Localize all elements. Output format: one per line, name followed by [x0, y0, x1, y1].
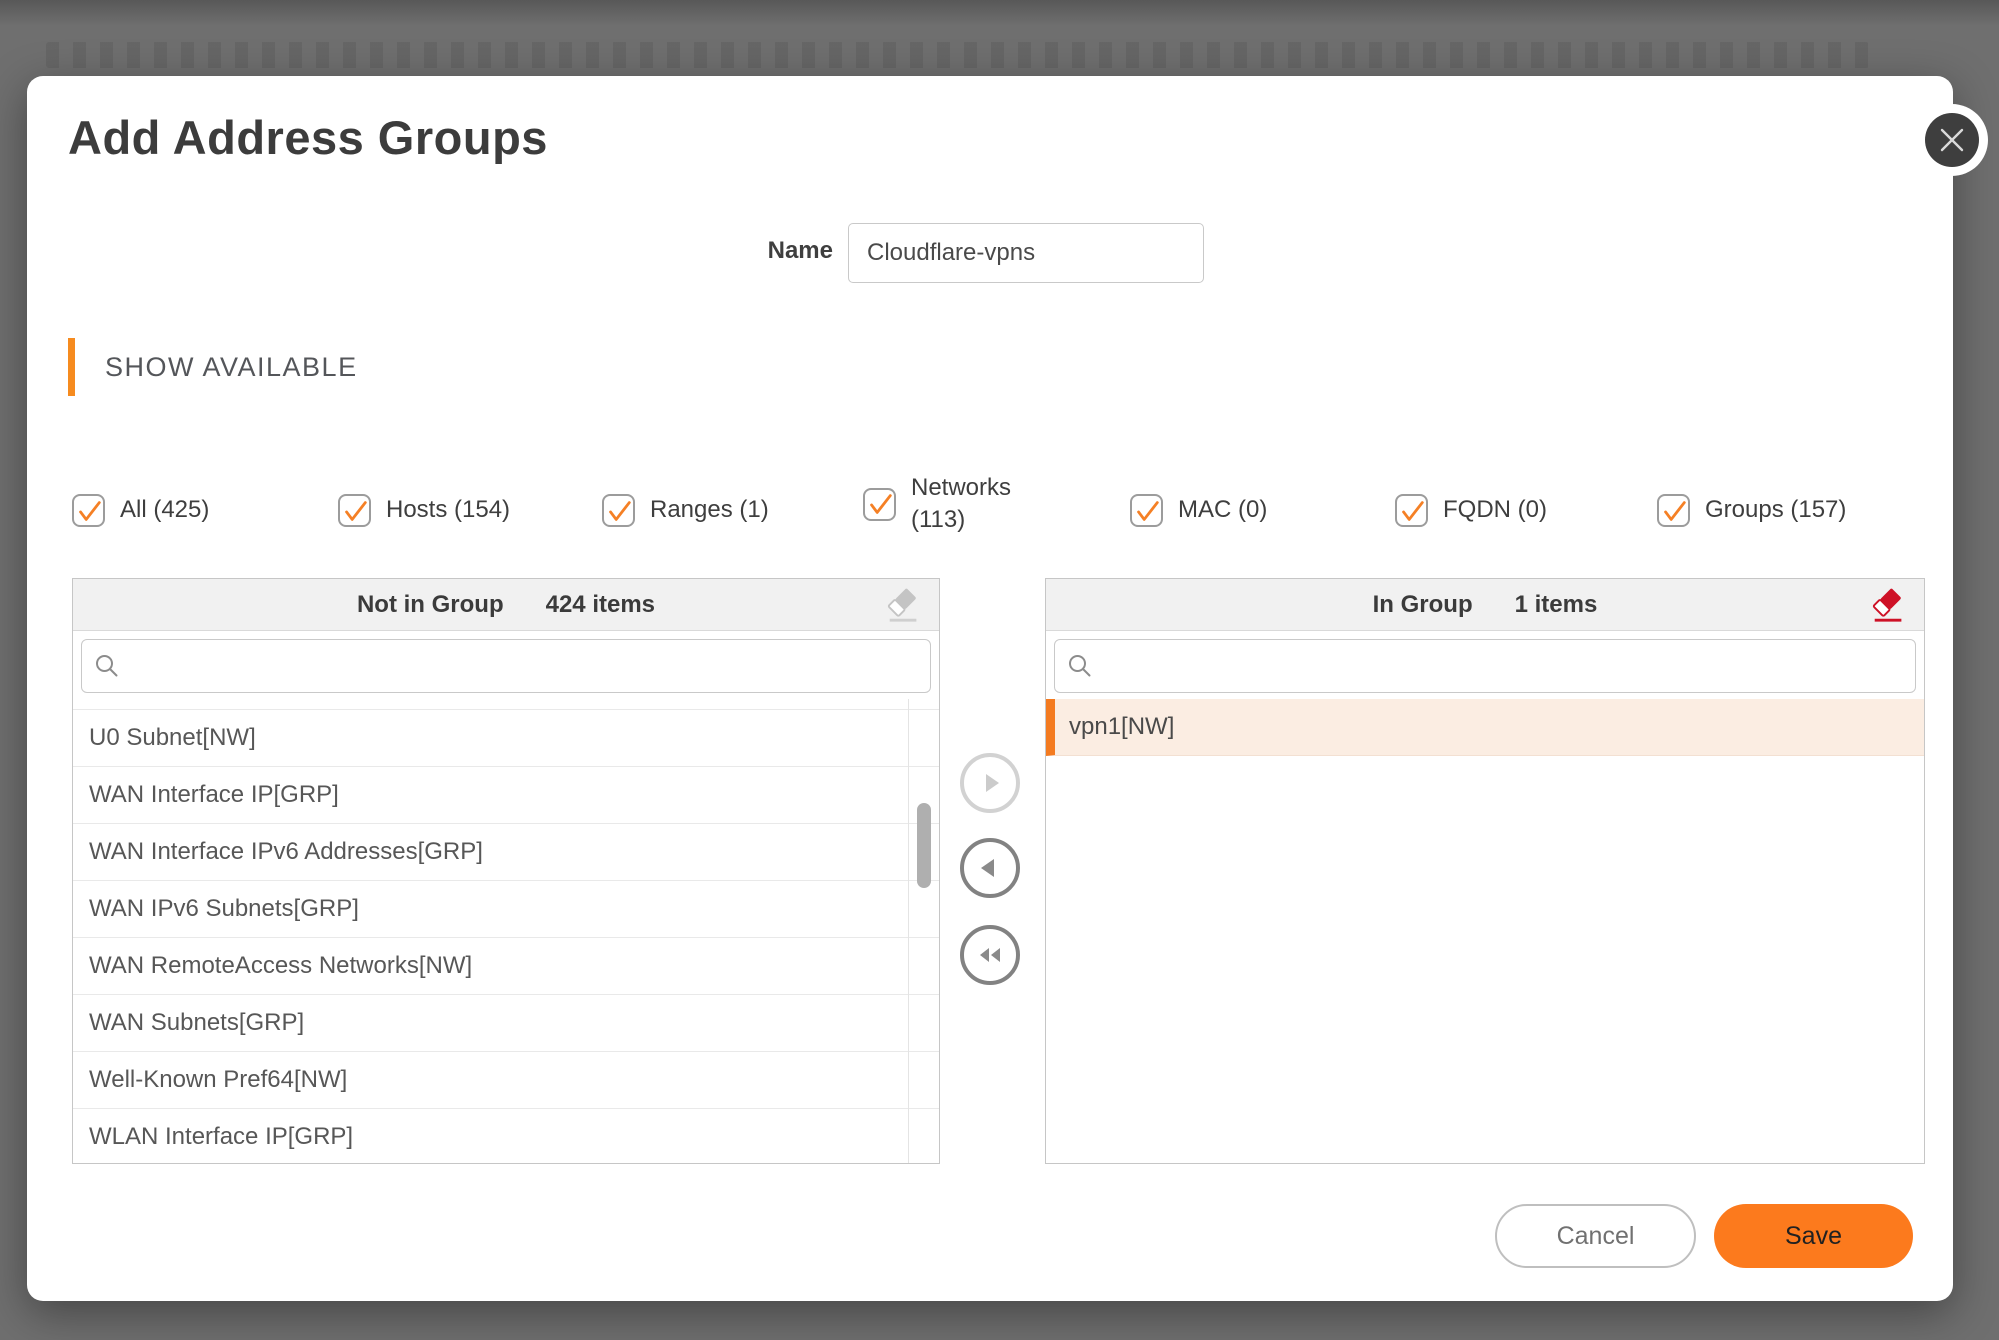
in-group-panel: In Group 1 items [1045, 578, 1925, 1164]
clear-in-group-button[interactable] [1866, 582, 1912, 628]
list-item[interactable]: U0 Subnet[NW] [73, 710, 939, 767]
not-in-group-searchbox [81, 639, 931, 693]
in-group-list: vpn1[NW] [1046, 699, 1924, 1163]
partial-row [73, 699, 939, 710]
name-input[interactable] [848, 223, 1204, 283]
section-title: SHOW AVAILABLE [105, 352, 358, 383]
cancel-button[interactable]: Cancel [1495, 1204, 1696, 1268]
arrow-right-icon [974, 767, 1006, 799]
list-item[interactable]: Well-Known Pref64[NW] [73, 1052, 939, 1109]
checkbox-fqdn[interactable] [1395, 494, 1428, 527]
search-icon [1067, 653, 1093, 679]
dialog-title: Add Address Groups [68, 110, 548, 165]
checkbox-networks[interactable] [863, 488, 896, 521]
panel-count: 424 items [546, 591, 655, 619]
background-page-texture [46, 42, 1869, 68]
not-in-group-search-input[interactable] [130, 653, 918, 680]
not-in-group-panel: Not in Group 424 items [72, 578, 940, 1164]
arrow-left-icon [974, 852, 1006, 884]
close-button[interactable] [1925, 113, 1979, 167]
list-item[interactable]: WAN Subnets[GRP] [73, 995, 939, 1052]
checkbox-mac[interactable] [1130, 494, 1163, 527]
not-in-group-header: Not in Group 424 items [73, 579, 939, 631]
list-item[interactable]: WAN RemoteAccess Networks[NW] [73, 938, 939, 995]
list-item[interactable]: WAN IPv6 Subnets[GRP] [73, 881, 939, 938]
filter-groups[interactable]: Groups (157) [1657, 494, 1846, 527]
in-group-header: In Group 1 items [1046, 579, 1924, 631]
panel-title: In Group [1373, 591, 1473, 619]
filter-label: Ranges (1) [650, 494, 769, 526]
not-in-group-list: U0 Subnet[NW] WAN Interface IP[GRP] WAN … [73, 699, 939, 1163]
panel-title: Not in Group [357, 591, 504, 619]
list-item[interactable]: WAN Interface IP[GRP] [73, 767, 939, 824]
panel-count: 1 items [1515, 591, 1598, 619]
list-item[interactable]: WLAN Interface IP[GRP] [73, 1109, 939, 1164]
screen: { "modal": { "title": "Add Address Group… [0, 0, 1999, 1340]
checkbox-groups[interactable] [1657, 494, 1690, 527]
filter-hosts[interactable]: Hosts (154) [338, 494, 510, 527]
background-page-shade [0, 0, 1999, 80]
list-item[interactable]: WAN Interface IPv6 Addresses[GRP] [73, 824, 939, 881]
filter-label: MAC (0) [1178, 494, 1267, 526]
move-all-left-button[interactable] [960, 925, 1020, 985]
filter-label: Groups (157) [1705, 494, 1846, 526]
list-item-selected[interactable]: vpn1[NW] [1046, 699, 1924, 756]
name-field-row: Name [27, 223, 1953, 283]
scrollbar-track-divider [908, 699, 909, 1163]
search-icon [94, 653, 120, 679]
filter-label: Hosts (154) [386, 494, 510, 526]
in-group-search-input[interactable] [1103, 653, 1903, 680]
filter-fqdn[interactable]: FQDN (0) [1395, 494, 1547, 527]
move-right-button[interactable] [960, 753, 1020, 813]
filter-networks[interactable]: Networks (113) [863, 472, 1039, 537]
filter-all[interactable]: All (425) [72, 494, 209, 527]
name-label: Name [768, 237, 833, 265]
scrollbar-thumb[interactable] [917, 803, 931, 888]
checkbox-hosts[interactable] [338, 494, 371, 527]
double-arrow-left-icon [974, 939, 1006, 971]
save-button[interactable]: Save [1714, 1204, 1913, 1268]
filter-label: Networks (113) [911, 472, 1039, 537]
close-icon [1939, 127, 1965, 153]
clear-available-selection-button[interactable] [881, 582, 927, 628]
filter-label: All (425) [120, 494, 209, 526]
in-group-searchbox [1054, 639, 1916, 693]
checkbox-all[interactable] [72, 494, 105, 527]
eraser-icon-red [1868, 585, 1910, 625]
eraser-icon [883, 585, 925, 625]
show-available-section: SHOW AVAILABLE [68, 338, 358, 396]
filter-mac[interactable]: MAC (0) [1130, 494, 1267, 527]
filter-ranges[interactable]: Ranges (1) [602, 494, 769, 527]
checkbox-ranges[interactable] [602, 494, 635, 527]
move-left-button[interactable] [960, 838, 1020, 898]
filter-label: FQDN (0) [1443, 494, 1547, 526]
section-accent-bar [68, 338, 75, 396]
add-address-groups-dialog: Add Address Groups Name SHOW AVAILABLE A… [27, 76, 1953, 1301]
